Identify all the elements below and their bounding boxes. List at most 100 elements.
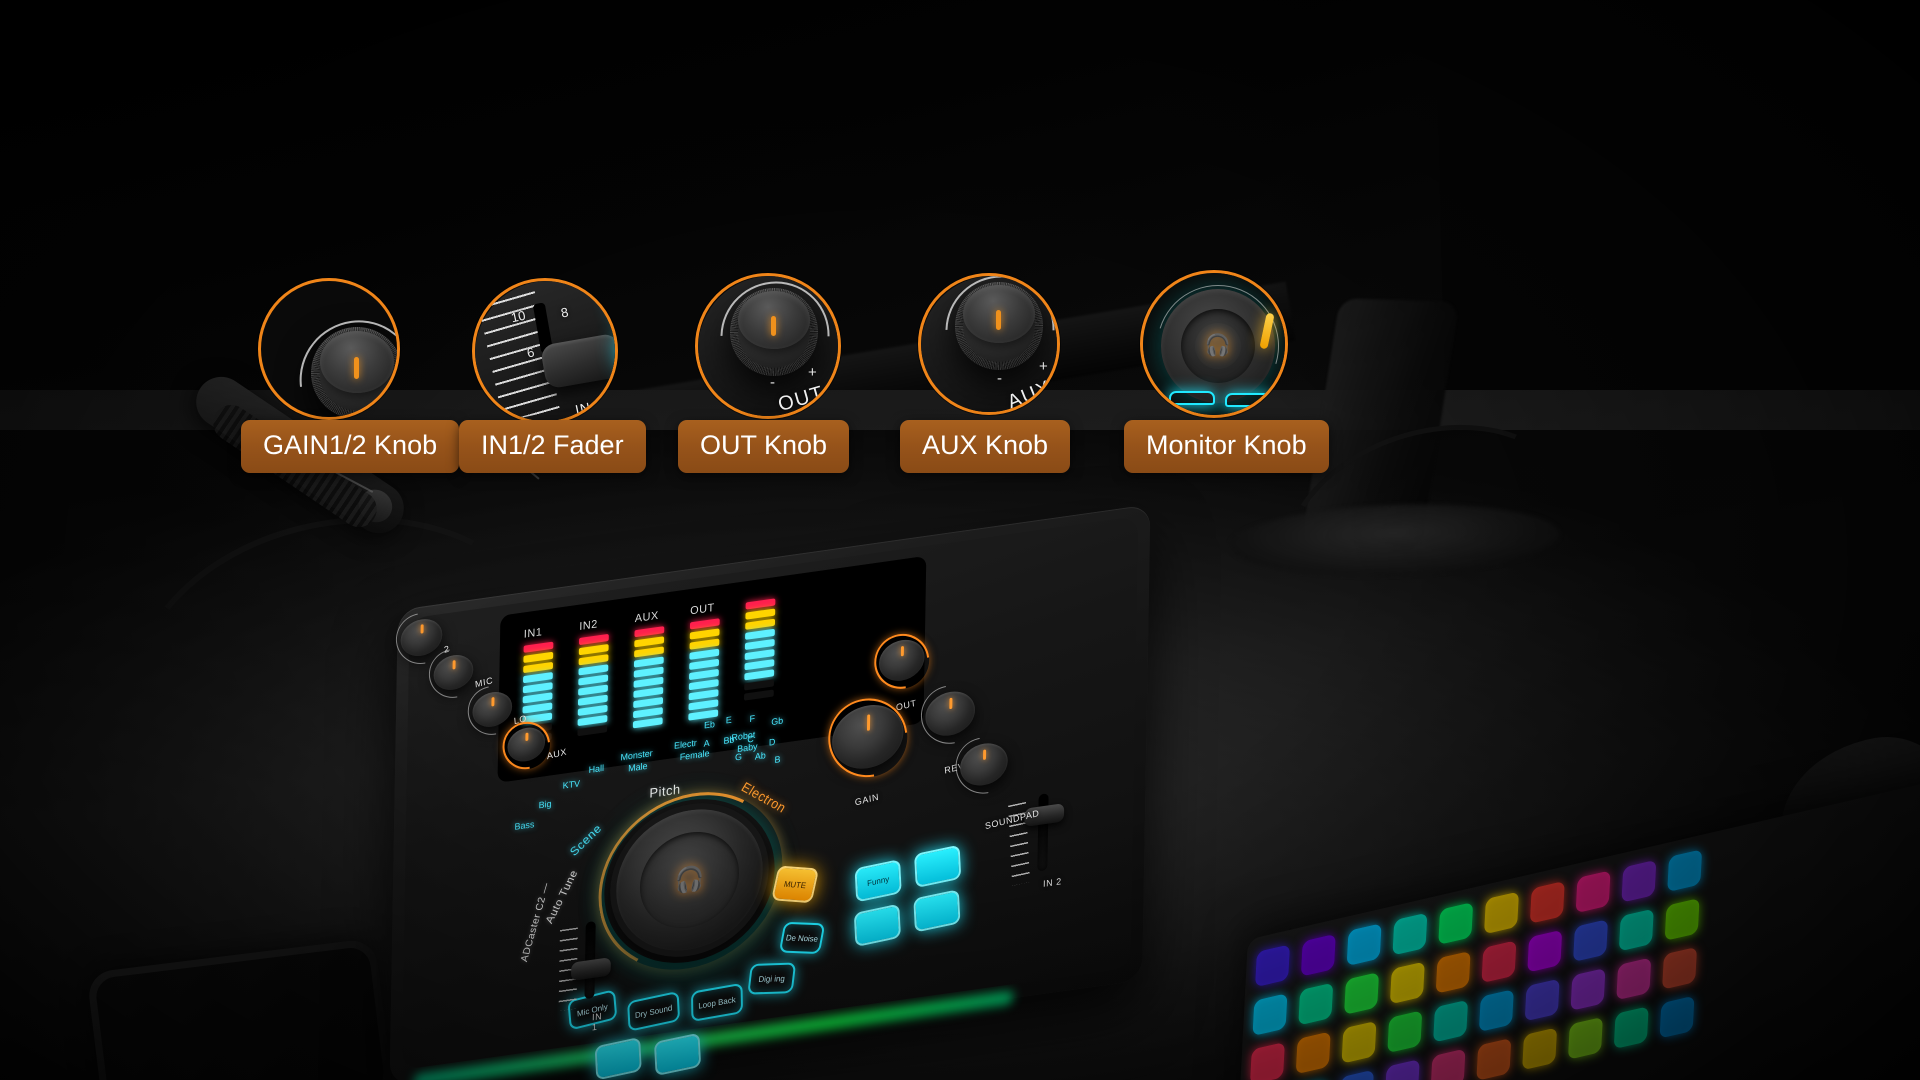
- vu-meter-segment: [689, 638, 720, 650]
- keyboard-key[interactable]: [1621, 859, 1657, 903]
- minus-sign-out: -: [770, 374, 775, 391]
- keyboard-key[interactable]: [1249, 1041, 1285, 1080]
- callout-label-monitor[interactable]: Monitor Knob: [1124, 420, 1329, 473]
- keyboard-key[interactable]: [1430, 1048, 1466, 1080]
- keyboard-key[interactable]: [1478, 989, 1514, 1033]
- keyboard-key[interactable]: [1438, 902, 1474, 945]
- keyboard-key[interactable]: [1662, 946, 1698, 990]
- vu-meter-segment: [744, 679, 774, 691]
- note-key-label[interactable]: Gb: [771, 715, 783, 727]
- keyboard-key[interactable]: [1435, 950, 1471, 994]
- soundpad-button[interactable]: Funny: [854, 858, 902, 903]
- screenshot-root: IN1 IN2 AUX OUT Bass Big KTV Hall Monster Male El…: [0, 0, 1920, 1080]
- plus-sign-out: +: [808, 364, 817, 381]
- keyboard-key[interactable]: [1300, 933, 1336, 977]
- left-knob-group: 2 MIC LO AUX: [379, 570, 641, 859]
- keyboard-key[interactable]: [1295, 1031, 1331, 1075]
- keyboard-key[interactable]: [1616, 957, 1652, 1001]
- callout-circle-fader: 10 8 6 IN 1: [472, 278, 618, 424]
- keyboard-key[interactable]: [1387, 1010, 1423, 1054]
- headphone-icon: 🎧: [674, 864, 705, 896]
- callout-circle-gain: GAIN: [258, 278, 400, 420]
- vu-meter-segment: [689, 618, 720, 630]
- ring-label-auto-tune[interactable]: Auto Tune: [544, 869, 581, 926]
- note-key-label[interactable]: C: [747, 734, 754, 745]
- note-key-label[interactable]: E: [726, 715, 732, 726]
- keyboard-key[interactable]: [1575, 870, 1611, 914]
- keyboard-key[interactable]: [1344, 971, 1380, 1015]
- vu-meter-channel: [743, 593, 780, 716]
- keyboard-key[interactable]: [1384, 1059, 1420, 1080]
- vu-meter-segment: [744, 669, 775, 681]
- vu-meter-segment: [745, 618, 776, 630]
- rotation-arc-gain: [275, 296, 397, 417]
- note-key-label[interactable]: D: [769, 737, 776, 748]
- note-key-label[interactable]: Ab: [755, 750, 766, 762]
- minus-sign-aux: -: [997, 370, 1002, 387]
- callout-circle-out: - + OUT: [695, 273, 841, 419]
- note-key-label[interactable]: Eb: [704, 719, 715, 731]
- keyboard-key[interactable]: [1298, 982, 1334, 1026]
- callout-label-aux[interactable]: AUX Knob: [900, 420, 1071, 473]
- soundpad-button[interactable]: [913, 889, 961, 933]
- callout-circle-monitor: 🎧: [1140, 270, 1288, 418]
- vu-meter-segment: [689, 658, 720, 671]
- soundpad-button[interactable]: [914, 844, 962, 889]
- vu-meter-segment: [744, 648, 775, 661]
- keyboard-key[interactable]: [1613, 1006, 1649, 1050]
- vu-meter-segment: [689, 648, 720, 660]
- vu-meter-segment: [744, 638, 775, 651]
- knob-label: GAIN: [854, 791, 880, 808]
- vu-meter-channel: OUT: [688, 601, 724, 724]
- keyboard-key[interactable]: [1522, 1027, 1558, 1071]
- fader-label-in1: IN 1: [591, 1010, 603, 1033]
- note-key-label[interactable]: A: [704, 738, 710, 749]
- keyboard-key[interactable]: [1252, 993, 1288, 1037]
- monitor-pad-left[interactable]: [1169, 391, 1215, 405]
- keyboard-key[interactable]: [1529, 880, 1565, 924]
- note-key-label[interactable]: B: [774, 754, 780, 765]
- keyboard-key[interactable]: [1667, 849, 1703, 893]
- keyboard-key[interactable]: [1659, 995, 1695, 1039]
- callout-circle-aux: - + AUX OUT: [918, 273, 1060, 415]
- fader-label-in2: IN 2: [1042, 876, 1062, 889]
- keyboard-key[interactable]: [1484, 891, 1519, 935]
- note-key-label[interactable]: Bb: [723, 734, 734, 746]
- keyboard-key[interactable]: [1389, 961, 1425, 1005]
- keyboard-key[interactable]: [1570, 967, 1606, 1011]
- monitor-pad-right[interactable]: [1225, 393, 1271, 407]
- keyboard-key[interactable]: [1567, 1016, 1603, 1060]
- keyboard-key[interactable]: [1527, 929, 1563, 973]
- fader-tick-10: 10: [509, 307, 527, 326]
- keyboard-key[interactable]: [1255, 944, 1291, 988]
- keyboard-key[interactable]: [1433, 999, 1469, 1043]
- keyboard-key[interactable]: [1341, 1020, 1377, 1064]
- keyboard-key[interactable]: [1618, 908, 1654, 952]
- vu-meter-segment: [689, 628, 720, 640]
- vu-meter-segment: [743, 689, 774, 701]
- callout-label-gain[interactable]: GAIN1/2 Knob: [241, 420, 460, 473]
- effect-pad[interactable]: Digi ing: [747, 962, 797, 995]
- vu-meter-segment: [688, 679, 719, 691]
- effect-pad[interactable]: MUTE: [771, 865, 820, 904]
- keyboard-key[interactable]: [1346, 923, 1382, 967]
- plus-sign-aux: +: [1039, 358, 1048, 375]
- keyboard-key[interactable]: [1524, 978, 1560, 1022]
- keyboard-key[interactable]: [1481, 940, 1517, 984]
- keyboard-key[interactable]: [1664, 897, 1700, 941]
- vu-meter-segment: [744, 659, 775, 671]
- keyboard-key[interactable]: [1476, 1037, 1512, 1080]
- note-key-label[interactable]: G: [735, 751, 742, 762]
- callout-label-fader[interactable]: IN1/2 Fader: [459, 420, 646, 473]
- keyboard-key[interactable]: [1573, 919, 1609, 963]
- vu-meter-label: [746, 593, 780, 598]
- keyboard-key[interactable]: [1392, 912, 1428, 956]
- callout-label-out[interactable]: OUT Knob: [678, 420, 850, 473]
- vu-meter-segment: [688, 689, 719, 701]
- keyboard-key[interactable]: [1338, 1069, 1374, 1080]
- effect-pad[interactable]: De Noise: [778, 921, 826, 955]
- note-key-label[interactable]: F: [750, 713, 756, 724]
- vu-meter-label: OUT: [690, 601, 715, 618]
- soundpad-button[interactable]: [853, 903, 901, 948]
- vu-meter-segment: [689, 668, 719, 681]
